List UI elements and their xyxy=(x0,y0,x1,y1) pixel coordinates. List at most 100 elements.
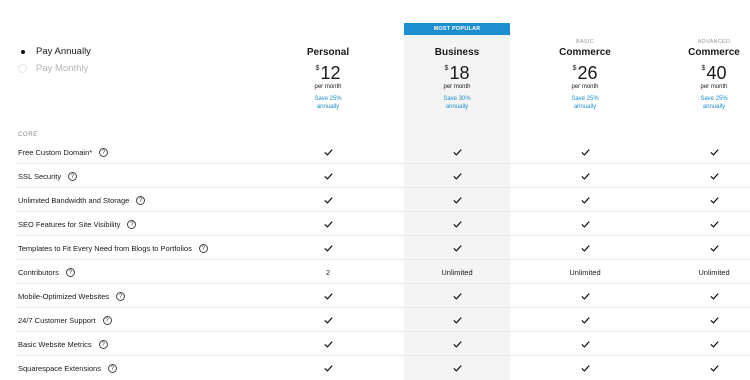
feature-label: Basic Website Metrics xyxy=(18,339,92,349)
radio-unchecked-icon[interactable] xyxy=(18,64,27,73)
plan-tier-label xyxy=(273,38,383,46)
savings-percent: Save 30% xyxy=(443,96,471,102)
plan-price: $26 xyxy=(530,63,640,83)
feature-table: Free Custom Domain*? SSL Security? Unlimit… xyxy=(15,140,750,380)
check-icon xyxy=(684,188,744,212)
plan-tier-label: BASIC xyxy=(575,39,594,45)
check-icon xyxy=(555,212,615,236)
feature-row: Basic Website Metrics? xyxy=(15,332,750,356)
help-icon[interactable]: ? xyxy=(136,195,146,205)
check-icon xyxy=(427,236,487,260)
plan-header-3: ADVANCED Commerce $40 per month Save 25% annu… xyxy=(659,38,750,111)
savings-note: Save 25% annually xyxy=(659,95,750,111)
help-icon[interactable]: ? xyxy=(98,339,108,349)
check-icon xyxy=(427,356,487,380)
check-icon xyxy=(555,188,615,212)
feature-label: Contributors xyxy=(18,267,59,277)
pay-annually-label: Pay Annually xyxy=(36,46,91,57)
check-icon xyxy=(427,284,487,308)
check-icon xyxy=(555,356,615,380)
price-period: per month xyxy=(314,84,342,90)
check-icon xyxy=(427,140,487,164)
check-icon xyxy=(684,284,744,308)
feature-label: SSL Security xyxy=(18,171,62,181)
feature-row: Contributors? 2 Unlimited Unlimited Unlimite… xyxy=(15,260,750,284)
most-popular-badge: MOST POPULAR xyxy=(404,23,510,35)
help-icon[interactable]: ? xyxy=(102,315,112,325)
help-icon[interactable]: ? xyxy=(65,267,75,277)
feature-label: Free Custom Domain* xyxy=(18,147,93,157)
feature-value: Unlimited xyxy=(441,267,473,277)
plan-name: Personal xyxy=(306,47,350,58)
help-icon[interactable]: ? xyxy=(198,243,208,253)
check-icon xyxy=(298,236,358,260)
savings-period: annually xyxy=(573,104,597,110)
savings-note: Save 30% annually xyxy=(402,95,512,111)
check-icon xyxy=(684,236,744,260)
check-icon xyxy=(298,332,358,356)
feature-row: Templates to Fit Every Need from Blogs t… xyxy=(15,236,750,260)
savings-period: annually xyxy=(702,104,726,110)
billing-toggle: Pay Annually Pay Monthly xyxy=(18,43,91,77)
feature-label: Templates to Fit Every Need from Blogs t… xyxy=(18,243,192,253)
feature-value: Unlimited xyxy=(698,267,730,277)
help-icon[interactable]: ? xyxy=(116,291,126,301)
feature-label: Squarespace Extensions xyxy=(18,363,101,373)
check-icon xyxy=(555,332,615,356)
plan-price: $18 xyxy=(402,63,512,83)
plan-price: $40 xyxy=(659,63,750,83)
feature-name: SSL Security? xyxy=(18,164,78,188)
pay-monthly-option[interactable]: Pay Monthly xyxy=(18,60,91,77)
check-icon xyxy=(427,164,487,188)
plan-header-1: Business $18 per month Save 30% annually xyxy=(402,38,512,111)
feature-row: Mobile-Optimized Websites? xyxy=(15,284,750,308)
check-icon xyxy=(427,212,487,236)
radio-checked-icon[interactable] xyxy=(18,47,27,56)
check-icon xyxy=(298,284,358,308)
feature-name: Basic Website Metrics? xyxy=(18,332,108,356)
check-icon xyxy=(555,308,615,332)
check-icon xyxy=(555,236,615,260)
check-icon xyxy=(298,164,358,188)
feature-name: Contributors? xyxy=(18,260,75,284)
feature-row: Unlimited Bandwidth and Storage? xyxy=(15,188,750,212)
pay-annually-option[interactable]: Pay Annually xyxy=(18,43,91,60)
check-icon xyxy=(684,308,744,332)
feature-name: Squarespace Extensions? xyxy=(18,356,117,380)
feature-row: 24/7 Customer Support? xyxy=(15,308,750,332)
price-period: per month xyxy=(443,84,471,90)
plan-name: Commerce xyxy=(688,47,740,58)
help-icon[interactable]: ? xyxy=(127,219,137,229)
price-amount: 18 xyxy=(449,63,470,83)
feature-row: Free Custom Domain*? xyxy=(15,140,750,164)
savings-percent: Save 25% xyxy=(314,96,342,102)
feature-row: Squarespace Extensions? xyxy=(15,356,750,380)
price-period: per month xyxy=(700,84,728,90)
help-icon[interactable]: ? xyxy=(68,171,78,181)
check-icon xyxy=(555,164,615,188)
pay-monthly-label: Pay Monthly xyxy=(36,63,89,74)
section-label-core: CORE xyxy=(18,132,38,138)
price-amount: 12 xyxy=(320,63,341,83)
savings-percent: Save 25% xyxy=(571,96,599,102)
plan-tier-label xyxy=(402,38,512,46)
help-icon[interactable]: ? xyxy=(107,363,117,373)
check-icon xyxy=(684,356,744,380)
savings-note: Save 25% annually xyxy=(273,95,383,111)
plan-price: $12 xyxy=(273,63,383,83)
savings-period: annually xyxy=(445,104,469,110)
plan-header-0: Personal $12 per month Save 25% annually xyxy=(273,38,383,111)
check-icon xyxy=(427,188,487,212)
feature-name: SEO Features for Site Visibility? xyxy=(18,212,137,236)
feature-value: 2 xyxy=(325,267,331,277)
feature-name: Mobile-Optimized Websites? xyxy=(18,284,126,308)
check-icon xyxy=(298,140,358,164)
currency-symbol: $ xyxy=(315,65,320,72)
check-icon xyxy=(298,356,358,380)
check-icon xyxy=(555,140,615,164)
check-icon xyxy=(684,332,744,356)
plan-name: Commerce xyxy=(559,47,611,58)
check-icon xyxy=(427,308,487,332)
help-icon[interactable]: ? xyxy=(99,147,109,157)
check-icon xyxy=(555,284,615,308)
